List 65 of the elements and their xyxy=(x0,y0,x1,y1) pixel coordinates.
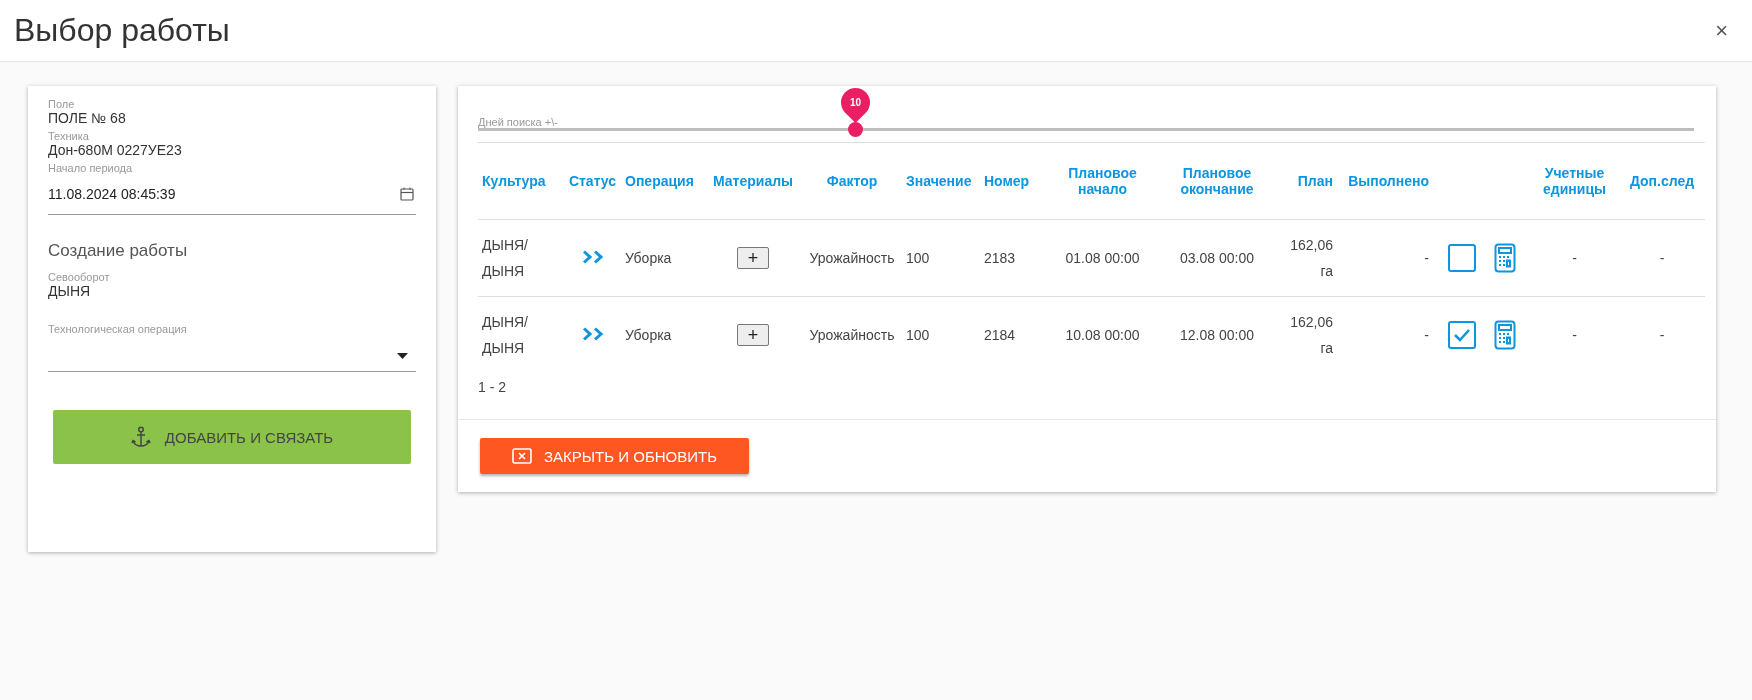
dialog-title: Выбор работы xyxy=(14,12,230,49)
add-material-button[interactable]: + xyxy=(737,324,769,346)
field-label: Техника xyxy=(48,130,89,142)
table-cell: Уборка xyxy=(625,327,672,343)
close-box-icon xyxy=(512,448,532,464)
table-cell-text: 162,06 га xyxy=(1289,236,1333,281)
table-cell: 100 xyxy=(906,327,930,343)
table-cell: - xyxy=(1424,250,1429,266)
table-cell: 2183 xyxy=(984,250,1016,266)
table-cell-text: 162,06 га xyxy=(1289,313,1333,358)
double-chevron-icon xyxy=(581,249,604,264)
column-header: Номер xyxy=(984,173,1030,189)
field-value: ДЫНЯ xyxy=(48,283,91,299)
section-title: Создание работы xyxy=(48,241,188,261)
field-label: Поле xyxy=(48,98,75,110)
table-cell: 100 xyxy=(906,250,930,266)
calculator-icon[interactable] xyxy=(1493,320,1516,350)
add-link-button[interactable]: ДОБАВИТЬ И СВЯЗАТЬ xyxy=(53,410,411,464)
table-cell: Урожайность xyxy=(809,327,895,343)
slider-thumb[interactable] xyxy=(847,122,863,137)
date-field[interactable]: 11.08.2024 08:45:39 xyxy=(48,176,416,215)
pagination-range: 1 - 2 xyxy=(478,378,507,397)
column-header: Фактор xyxy=(826,173,878,189)
table-cell: - xyxy=(1424,327,1429,343)
field-label: Технологическая операция xyxy=(48,323,187,335)
column-header: Значение xyxy=(906,173,972,189)
column-header: Плановое окончание xyxy=(1180,165,1254,197)
table-cell-text: ДЫНЯ/ ДЫНЯ xyxy=(482,313,529,358)
column-header: Доп.след xyxy=(1629,173,1695,189)
slider-label: Дней поиска +\- xyxy=(478,116,558,128)
table-cell: 12.08 00:00 xyxy=(1180,327,1254,343)
slider-track[interactable] xyxy=(478,128,1694,131)
anchor-icon xyxy=(130,426,151,448)
add-material-button[interactable]: + xyxy=(737,247,769,269)
column-header: План xyxy=(1297,173,1333,189)
close-button[interactable]: × xyxy=(1711,17,1732,44)
field-label: Севооборот xyxy=(48,271,110,283)
table-cell-text: ДЫНЯ/ ДЫНЯ xyxy=(482,236,529,281)
table-cell: - xyxy=(1659,250,1665,266)
table-cell: - xyxy=(1659,327,1665,343)
column-header: Культура xyxy=(482,173,546,189)
table-cell: 2184 xyxy=(984,327,1016,343)
table-cell: - xyxy=(1572,250,1577,266)
field-value: ПОЛЕ № 68 xyxy=(48,110,126,126)
field-label: Начало периода xyxy=(48,162,133,174)
table-cell: 03.08 00:00 xyxy=(1180,250,1254,266)
checkmark-icon xyxy=(1452,328,1471,342)
table-cell: 10.08 00:00 xyxy=(1065,327,1140,343)
calendar-icon[interactable] xyxy=(400,187,414,201)
column-header: Плановое начало xyxy=(1068,165,1137,197)
double-chevron-icon xyxy=(581,326,604,341)
table-cell: 01.08 00:00 xyxy=(1065,250,1140,266)
column-header: Материалы xyxy=(712,173,794,189)
column-header: Статус xyxy=(568,173,617,189)
column-header: Учетные единицы xyxy=(1543,165,1606,197)
dropdown-caret-icon xyxy=(397,353,408,359)
column-header: Операция xyxy=(625,173,694,189)
field-value: Дон-680М 0227УЕ23 xyxy=(48,142,182,158)
checkbox[interactable] xyxy=(1447,321,1476,349)
table-cell: - xyxy=(1572,327,1577,343)
calculator-icon[interactable] xyxy=(1493,243,1516,273)
table-cell: Уборка xyxy=(625,250,672,266)
column-header: Выполнено xyxy=(1348,173,1429,189)
table-cell: Урожайность xyxy=(809,250,895,266)
checkbox[interactable] xyxy=(1447,244,1476,272)
